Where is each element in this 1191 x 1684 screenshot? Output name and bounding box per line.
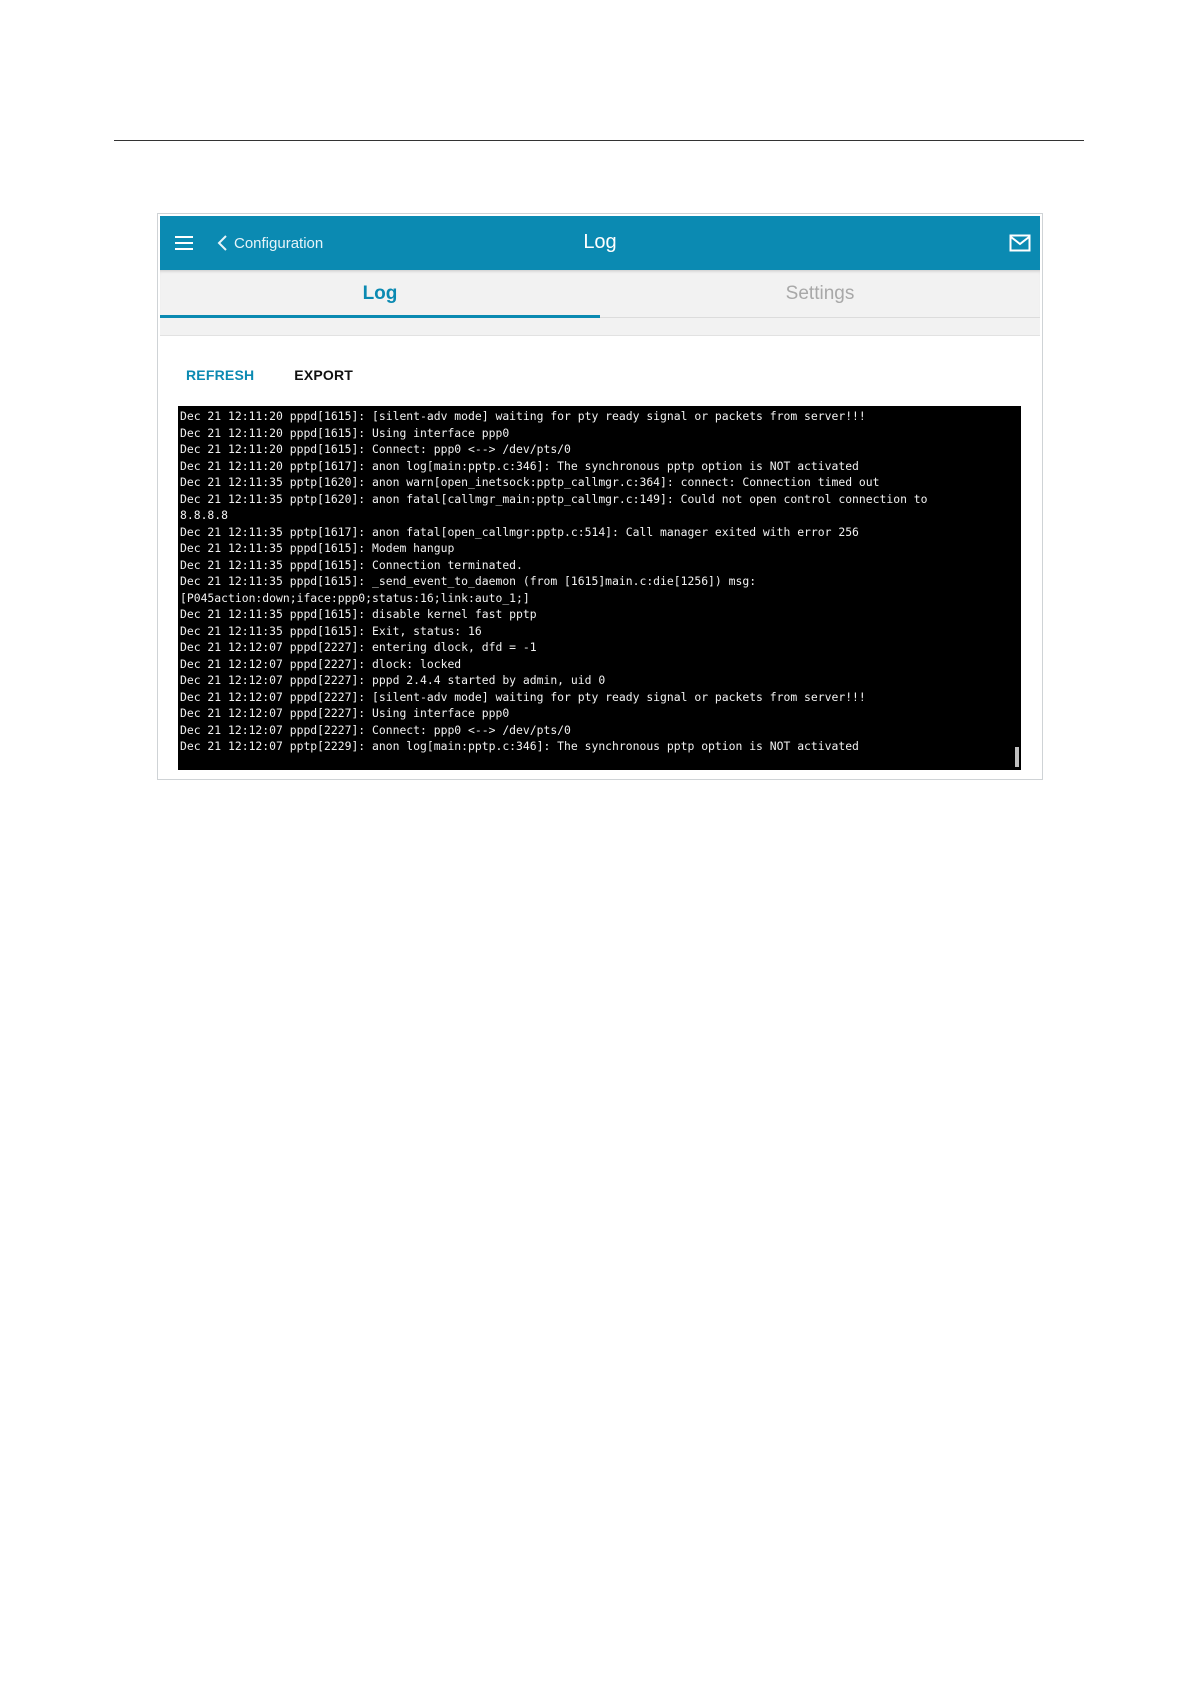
section-separator	[160, 318, 1040, 336]
log-line: Dec 21 12:11:20 pppd[1615]: [silent-adv …	[180, 409, 866, 423]
log-actions: REFRESH EXPORT	[186, 367, 353, 383]
log-line: Dec 21 12:11:35 pppd[1615]: Connection t…	[180, 557, 523, 572]
log-line: Dec 21 12:12:07 pppd[2227]: Connect: ppp…	[180, 722, 571, 737]
log-console[interactable]: Dec 21 12:11:20 pppd[1615]: [silent-adv …	[178, 406, 1021, 770]
log-line: Dec 21 12:11:20 pppd[1615]: Connect: ppp…	[180, 442, 571, 456]
log-line: Dec 21 12:11:35 pppd[1615]: Exit, status…	[180, 623, 482, 638]
log-line: Dec 21 12:11:20 pppd[1615]: Using interf…	[180, 425, 510, 440]
console-scrollbar[interactable]	[1015, 747, 1019, 767]
chevron-left-icon	[217, 235, 227, 251]
log-line: Dec 21 12:11:35 pptp[1617]: anon fatal[o…	[180, 524, 859, 539]
log-line: Dec 21 12:11:35 pppd[1615]: disable kern…	[180, 607, 537, 621]
log-line: Dec 21 12:12:07 pppd[2227]: pppd 2.4.4 s…	[180, 673, 606, 687]
log-line: Dec 21 12:11:35 pppd[1615]: Modem hangup	[180, 541, 455, 555]
log-line: Dec 21 12:12:07 pppd[2227]: entering dlo…	[180, 640, 537, 654]
log-line: Dec 21 12:11:35 pptp[1620]: anon fatal[c…	[180, 491, 928, 506]
log-line: Dec 21 12:11:35 pptp[1620]: anon warn[op…	[180, 475, 880, 489]
log-line: Dec 21 12:11:20 pptp[1617]: anon log[mai…	[180, 458, 859, 473]
log-line: [P045action:down;iface:ppp0;status:16;li…	[180, 590, 530, 605]
export-button[interactable]: EXPORT	[294, 367, 353, 383]
log-line: 8.8.8.8	[180, 508, 229, 522]
log-line: Dec 21 12:12:07 pppd[2227]: [silent-adv …	[180, 689, 866, 704]
back-link-label: Configuration	[234, 234, 324, 252]
tab-settings[interactable]: Settings	[600, 270, 1040, 317]
log-line: Dec 21 12:12:07 pppd[2227]: Using interf…	[180, 706, 510, 720]
hamburger-menu-icon[interactable]	[174, 233, 194, 253]
mail-icon[interactable]	[1009, 233, 1031, 253]
log-line: Dec 21 12:11:35 pppd[1615]: _send_event_…	[180, 574, 757, 588]
top-bar: Configuration Log	[160, 216, 1040, 270]
log-line: Dec 21 12:12:07 pptp[2229]: anon log[mai…	[180, 739, 859, 753]
back-to-configuration-link[interactable]: Configuration	[216, 230, 323, 256]
log-window: Configuration Log Log Settings REFRESH E…	[157, 213, 1043, 780]
log-line: Dec 21 12:12:07 pppd[2227]: dlock: locke…	[180, 656, 462, 671]
refresh-button[interactable]: REFRESH	[186, 367, 254, 383]
page-divider	[114, 140, 1084, 141]
tab-log[interactable]: Log	[160, 270, 600, 318]
tab-bar: Log Settings	[160, 270, 1040, 318]
